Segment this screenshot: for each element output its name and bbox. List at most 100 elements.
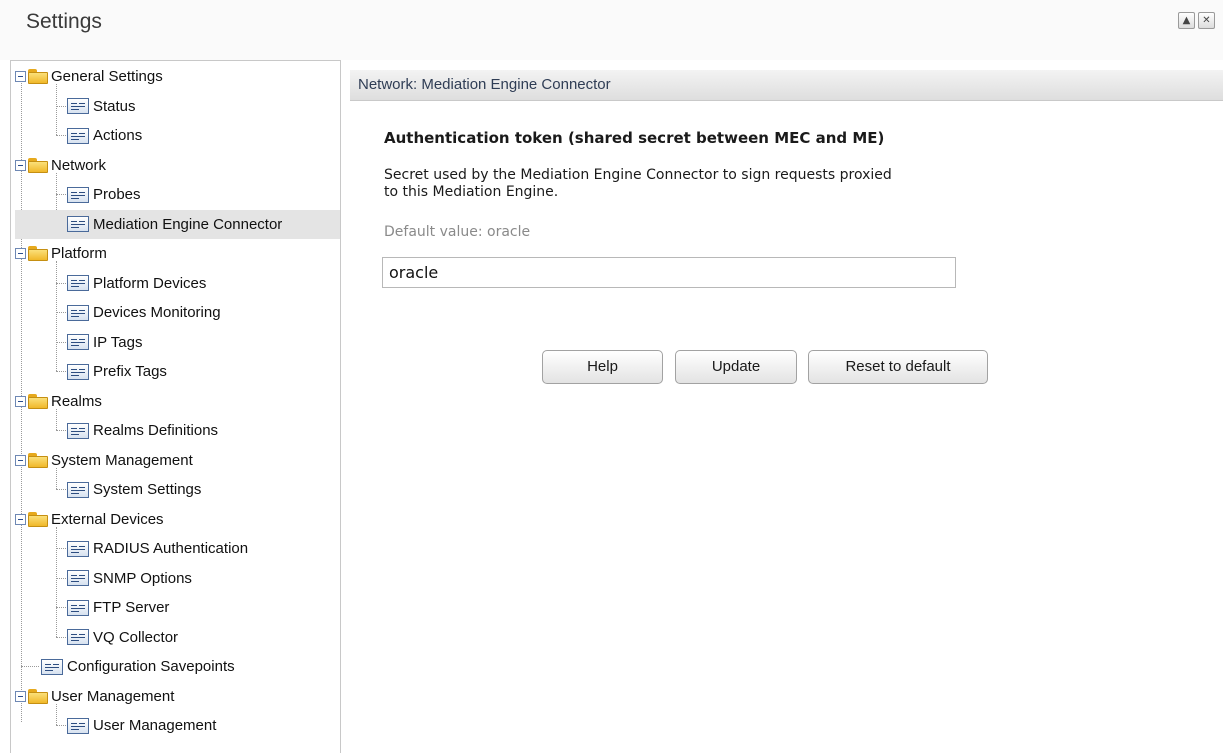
tree-connector bbox=[56, 636, 66, 638]
tree-item-platform-devices[interactable]: Platform Devices bbox=[67, 269, 206, 298]
tree-item-system-settings[interactable]: System Settings bbox=[67, 475, 201, 504]
tree-item-ip-tags[interactable]: IP Tags bbox=[67, 328, 142, 357]
settings-tree: General Settings Status Actions Network Prob… bbox=[10, 60, 341, 753]
window-title: Settings bbox=[26, 10, 102, 33]
tree-connector bbox=[56, 371, 66, 372]
tree-group-label: Network bbox=[51, 156, 107, 174]
tree-item-mediation-engine-connector[interactable]: Mediation Engine Connector bbox=[15, 209, 340, 239]
settings-page-icon bbox=[67, 275, 89, 291]
collapse-toggle-icon[interactable] bbox=[15, 395, 26, 407]
tree-group-label: Configuration Savepoints bbox=[67, 658, 235, 675]
tree-group-platform[interactable]: Platform bbox=[15, 239, 107, 268]
tree-item-label: Status bbox=[93, 97, 136, 115]
tree-group-realms[interactable]: Realms bbox=[15, 387, 102, 416]
tree-connector bbox=[56, 282, 66, 284]
tree-connector bbox=[56, 607, 66, 608]
collapse-toggle-icon[interactable] bbox=[15, 454, 26, 466]
reset-to-default-button[interactable]: Reset to default bbox=[808, 350, 988, 384]
tree-group-label: Realms bbox=[51, 392, 102, 410]
tree-connector bbox=[56, 194, 66, 195]
settings-page-icon bbox=[67, 363, 89, 380]
tree-item-ftp-server[interactable]: FTP Server bbox=[67, 593, 169, 622]
close-icon[interactable]: ✕ bbox=[1198, 12, 1215, 29]
settings-page-icon bbox=[67, 540, 89, 557]
tree-group-configuration-savepoints[interactable]: Configuration Savepoints bbox=[41, 652, 235, 681]
tree-item-vq-collector[interactable]: VQ Collector bbox=[67, 623, 178, 652]
settings-page-icon bbox=[67, 186, 89, 203]
tree-item-radius-authentication[interactable]: RADIUS Authentication bbox=[67, 534, 248, 563]
tree-item-user-management[interactable]: User Management bbox=[67, 711, 216, 740]
tree-item-label: SNMP Options bbox=[93, 569, 192, 587]
tree-connector bbox=[21, 666, 39, 667]
tree-connector bbox=[56, 84, 57, 135]
tree-group-general-settings[interactable]: General Settings bbox=[15, 62, 163, 91]
tree-group-label: System Management bbox=[51, 451, 193, 469]
tree-item-prefix-tags[interactable]: Prefix Tags bbox=[67, 357, 167, 386]
settings-page-icon bbox=[67, 334, 89, 350]
folder-icon bbox=[28, 69, 48, 84]
settings-page-icon bbox=[67, 599, 89, 616]
settings-page-icon bbox=[67, 98, 89, 114]
collapse-toggle-icon[interactable] bbox=[15, 513, 26, 525]
tree-item-snmp-options[interactable]: SNMP Options bbox=[67, 564, 192, 593]
folder-icon bbox=[28, 511, 48, 527]
collapse-toggle-icon[interactable] bbox=[15, 248, 26, 259]
tree-item-label: System Settings bbox=[93, 481, 202, 498]
tree-connector bbox=[56, 703, 57, 725]
tree-item-label: IP Tags bbox=[93, 333, 143, 351]
auth-token-input[interactable] bbox=[382, 257, 956, 288]
tree-item-label: Mediation Engine Connector bbox=[93, 215, 283, 233]
folder-icon bbox=[28, 688, 48, 704]
tree-item-label: Platform Devices bbox=[93, 274, 207, 292]
tree-connector bbox=[56, 489, 66, 490]
tree-item-label: Devices Monitoring bbox=[93, 304, 221, 321]
maximize-icon[interactable]: ▲ bbox=[1178, 12, 1195, 29]
settings-page-icon bbox=[67, 717, 89, 734]
tree-connector bbox=[56, 577, 66, 579]
tree-connector bbox=[56, 341, 66, 343]
tree-group-label: External Devices bbox=[51, 510, 164, 528]
tree-connector bbox=[56, 312, 66, 313]
folder-icon bbox=[28, 393, 48, 409]
settings-page-icon bbox=[67, 422, 89, 439]
tree-item-label: VQ Collector bbox=[93, 628, 179, 646]
tree-group-system-management[interactable]: System Management bbox=[15, 446, 193, 475]
settings-page-icon bbox=[67, 570, 89, 586]
tree-connector bbox=[56, 408, 57, 430]
tree-group-network[interactable]: Network bbox=[15, 151, 106, 180]
tree-item-probes[interactable]: Probes bbox=[67, 180, 141, 209]
default-value-hint: Default value: oracle bbox=[384, 224, 531, 240]
tree-item-label: FTP Server bbox=[93, 599, 170, 616]
tree-item-label: RADIUS Authentication bbox=[93, 540, 249, 557]
tree-group-user-management[interactable]: User Management bbox=[15, 682, 174, 711]
tree-item-label: User Management bbox=[93, 717, 217, 734]
tree-item-label: Probes bbox=[93, 186, 141, 203]
tree-item-realms-definitions[interactable]: Realms Definitions bbox=[67, 416, 218, 445]
tree-connector bbox=[56, 548, 66, 549]
panel-title: Network: Mediation Engine Connector bbox=[358, 76, 611, 93]
settings-page-icon bbox=[67, 481, 89, 498]
folder-icon bbox=[28, 157, 48, 173]
tree-item-actions[interactable]: Actions bbox=[67, 121, 142, 150]
collapse-toggle-icon[interactable] bbox=[15, 690, 26, 702]
tree-item-label: Prefix Tags bbox=[93, 363, 167, 380]
title-divider bbox=[0, 48, 1223, 60]
folder-icon bbox=[28, 246, 48, 261]
tree-item-status[interactable]: Status bbox=[67, 92, 136, 121]
help-button[interactable]: Help bbox=[542, 350, 663, 384]
settings-page-icon bbox=[67, 127, 89, 144]
description-line: Secret used by the Mediation Engine Conn… bbox=[384, 167, 892, 183]
tree-group-external-devices[interactable]: External Devices bbox=[15, 505, 164, 534]
settings-page-icon bbox=[67, 216, 89, 232]
settings-page-icon bbox=[67, 304, 89, 321]
tree-item-label: Realms Definitions bbox=[93, 422, 219, 439]
collapse-toggle-icon[interactable] bbox=[15, 159, 26, 171]
collapse-toggle-icon[interactable] bbox=[15, 71, 26, 82]
tree-connector bbox=[56, 467, 57, 489]
tree-connector bbox=[56, 261, 57, 371]
title-bar: Settings ▲ ✕ bbox=[0, 0, 1223, 48]
update-button[interactable]: Update bbox=[675, 350, 797, 384]
tree-item-devices-monitoring[interactable]: Devices Monitoring bbox=[67, 298, 221, 327]
tree-connector bbox=[56, 725, 66, 726]
tree-group-label: Platform bbox=[51, 245, 107, 262]
